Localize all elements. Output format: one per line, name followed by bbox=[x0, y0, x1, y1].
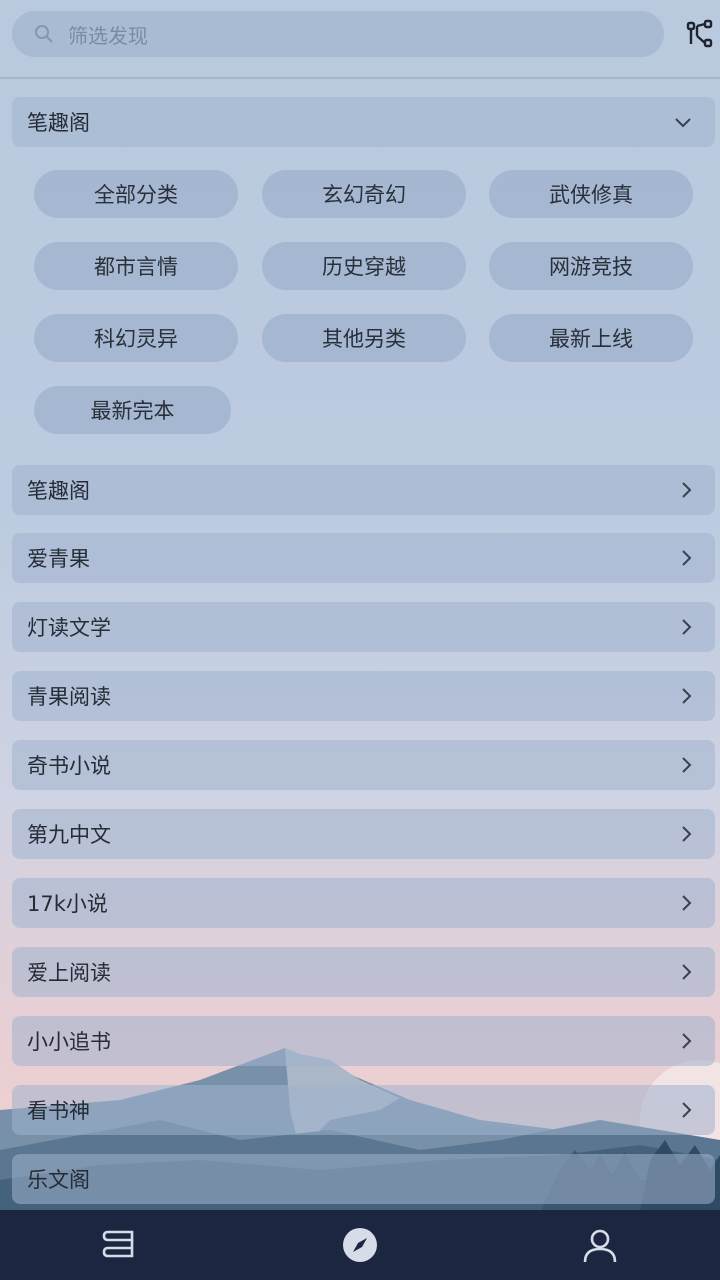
chevron-right-icon bbox=[682, 1033, 692, 1049]
bottom-nav bbox=[0, 1210, 720, 1280]
chevron-right-icon bbox=[682, 964, 692, 980]
chevron-right-icon bbox=[682, 1102, 692, 1118]
source-label: 爱上阅读 bbox=[27, 961, 111, 985]
search-input[interactable]: 筛选发现 bbox=[12, 11, 664, 57]
source-row[interactable]: 青果阅读 bbox=[12, 671, 715, 721]
section-title: 笔趣阁 bbox=[27, 111, 90, 135]
chevron-down-icon bbox=[675, 118, 691, 128]
chevron-right-icon bbox=[682, 550, 692, 566]
source-row[interactable]: 笔趣阁 bbox=[12, 465, 715, 515]
source-row[interactable]: 17k小说 bbox=[12, 878, 715, 928]
search-placeholder: 筛选发现 bbox=[68, 23, 148, 48]
share-tree-icon[interactable] bbox=[683, 18, 717, 52]
chevron-right-icon bbox=[682, 619, 692, 635]
tag-other[interactable]: 其他另类 bbox=[262, 314, 466, 362]
source-label: 看书神 bbox=[27, 1099, 90, 1123]
source-row[interactable]: 奇书小说 bbox=[12, 740, 715, 790]
source-row[interactable]: 小小追书 bbox=[12, 1016, 715, 1066]
tag-latest-online[interactable]: 最新上线 bbox=[489, 314, 693, 362]
source-label: 奇书小说 bbox=[27, 754, 111, 778]
source-label: 17k小说 bbox=[27, 892, 108, 916]
header-divider bbox=[0, 77, 720, 79]
chevron-right-icon bbox=[682, 757, 692, 773]
expanded-section-header[interactable]: 笔趣阁 bbox=[12, 97, 715, 147]
source-row[interactable]: 看书神 bbox=[12, 1085, 715, 1135]
tag-fantasy[interactable]: 玄幻奇幻 bbox=[262, 170, 466, 218]
tag-scifi[interactable]: 科幻灵异 bbox=[34, 314, 238, 362]
source-label: 青果阅读 bbox=[27, 685, 111, 709]
source-label: 笔趣阁 bbox=[27, 479, 90, 503]
source-label: 爱青果 bbox=[27, 547, 90, 571]
tag-wuxia[interactable]: 武侠修真 bbox=[489, 170, 693, 218]
compass-icon bbox=[343, 1228, 377, 1262]
nav-profile[interactable] bbox=[480, 1210, 720, 1280]
source-label: 灯读文学 bbox=[27, 616, 111, 640]
source-row[interactable]: 爱青果 bbox=[12, 533, 715, 583]
source-row[interactable]: 爱上阅读 bbox=[12, 947, 715, 997]
bookshelf-icon bbox=[102, 1230, 134, 1258]
source-row[interactable]: 灯读文学 bbox=[12, 602, 715, 652]
chevron-right-icon bbox=[682, 482, 692, 498]
source-label: 第九中文 bbox=[27, 823, 111, 847]
chevron-right-icon bbox=[682, 826, 692, 842]
tag-gaming[interactable]: 网游竞技 bbox=[489, 242, 693, 290]
source-label: 小小追书 bbox=[27, 1030, 111, 1054]
tag-latest-complete[interactable]: 最新完本 bbox=[34, 386, 231, 434]
chevron-right-icon bbox=[682, 688, 692, 704]
person-icon bbox=[583, 1229, 617, 1263]
tag-all-categories[interactable]: 全部分类 bbox=[34, 170, 238, 218]
search-icon bbox=[35, 25, 53, 43]
tag-history[interactable]: 历史穿越 bbox=[262, 242, 466, 290]
chevron-right-icon bbox=[682, 895, 692, 911]
tag-urban-romance[interactable]: 都市言情 bbox=[34, 242, 238, 290]
source-label: 乐文阁 bbox=[27, 1168, 90, 1192]
nav-bookshelf[interactable] bbox=[0, 1210, 240, 1280]
source-row[interactable]: 第九中文 bbox=[12, 809, 715, 859]
nav-discover[interactable] bbox=[240, 1210, 480, 1280]
source-row[interactable]: 乐文阁 bbox=[12, 1154, 715, 1204]
